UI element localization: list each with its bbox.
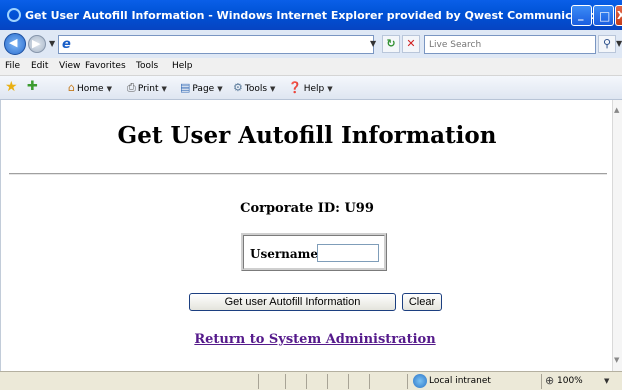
window-title: Get User Autofill Information - Windows … (25, 9, 610, 22)
tools-button[interactable]: ⚙ Tools ▼ (233, 81, 275, 94)
menu-edit[interactable]: Edit (31, 61, 48, 71)
tools-dropdown-icon: ▼ (270, 85, 276, 93)
close-button[interactable]: X (615, 5, 622, 26)
home-dropdown-icon: ▼ (106, 85, 112, 93)
menu-help[interactable]: Help (172, 61, 193, 71)
minimize-icon: _ (578, 8, 584, 21)
username-fieldset: Username: (241, 233, 387, 271)
tools-label: Tools (244, 84, 268, 94)
page-title: Get User Autofill Information (117, 122, 497, 149)
help-dropdown-icon: ▼ (327, 85, 333, 93)
status-divider (258, 374, 259, 389)
status-divider (285, 374, 286, 389)
page-content: Get User Autofill Information Corporate … (0, 100, 612, 371)
scroll-up-icon[interactable]: ▲ (614, 106, 619, 114)
maximize-icon: □ (599, 9, 611, 23)
search-input[interactable] (429, 37, 589, 52)
zoom-dropdown-icon[interactable]: ▼ (604, 377, 609, 385)
page-dropdown-icon: ▼ (217, 85, 223, 93)
ie-logo-icon (7, 8, 21, 22)
username-label: Username: (250, 247, 323, 261)
status-divider (306, 374, 307, 389)
tools-gear-icon: ⚙ (233, 81, 243, 94)
status-divider (541, 374, 542, 389)
page-favicon-icon: e (62, 37, 71, 52)
status-divider (407, 374, 408, 389)
menu-tools[interactable]: Tools (136, 61, 158, 71)
print-button[interactable]: ⎙ Print ▼ (127, 81, 167, 95)
home-icon: ⌂ (68, 81, 75, 94)
close-icon: X (617, 9, 622, 22)
back-arrow-icon: ◀ (9, 36, 18, 49)
favorites-star-icon[interactable]: ★ (5, 79, 18, 95)
add-favorites-icon[interactable]: ✚ (27, 79, 38, 94)
page-icon: ▤ (180, 81, 191, 94)
help-icon: ❓ (288, 81, 302, 94)
page-button[interactable]: ▤ Page ▼ (180, 81, 223, 94)
status-divider (327, 374, 328, 389)
command-bar: ★ ✚ ⌂ Home ▼ ⎙ Print ▼ ▤ Page ▼ ⚙ Tools ▼ ❓ Help ▼ (0, 76, 622, 100)
zoom-icon[interactable]: ⊕ (545, 374, 554, 387)
print-dropdown-icon: ▼ (161, 85, 167, 93)
refresh-icon: ↻ (386, 37, 396, 50)
help-label: Help (303, 84, 325, 94)
corporate-id-label: Corporate ID: U99 (240, 201, 374, 216)
status-bar: Local intranet ⊕ 100% ▼ (0, 371, 622, 390)
forward-button[interactable]: ▶ (28, 35, 46, 53)
status-divider (348, 374, 349, 389)
search-box[interactable] (424, 35, 596, 54)
address-field[interactable]: e (58, 35, 374, 54)
page-label: Page (192, 84, 215, 94)
print-icon: ⎙ (127, 81, 136, 94)
address-dropdown[interactable]: ▼ (370, 39, 376, 48)
home-button[interactable]: ⌂ Home ▼ (68, 81, 112, 94)
home-label: Home (76, 84, 104, 94)
menu-file[interactable]: File (5, 61, 20, 71)
stop-button[interactable]: ✕ (402, 35, 420, 53)
recent-pages-dropdown[interactable]: ▼ (49, 39, 55, 48)
username-input[interactable] (317, 244, 379, 262)
address-toolbar: ◀ ▶ ▼ e ▼ ↻ ✕ ⚲ ▼ (0, 30, 622, 58)
clear-button[interactable]: Clear (402, 293, 442, 311)
intranet-globe-icon (413, 374, 427, 388)
return-to-sysadmin-link[interactable]: Return to System Administration (1, 332, 622, 347)
help-button[interactable]: ❓ Help ▼ (288, 81, 333, 94)
search-button[interactable]: ⚲ (598, 35, 616, 53)
forward-arrow-icon: ▶ (32, 37, 41, 50)
print-label: Print (137, 84, 159, 94)
window-titlebar: Get User Autofill Information - Windows … (0, 0, 622, 30)
refresh-button[interactable]: ↻ (382, 35, 400, 53)
maximize-button[interactable]: □ (593, 5, 614, 26)
menu-favorites[interactable]: Favorites (85, 61, 126, 71)
status-divider (369, 374, 370, 389)
search-options-dropdown[interactable]: ▼ (616, 39, 622, 48)
stop-icon: ✕ (406, 37, 416, 50)
search-icon: ⚲ (602, 37, 612, 50)
get-autofill-button[interactable]: Get user Autofill Information (189, 293, 396, 311)
menu-bar: File Edit View Favorites Tools Help (0, 58, 622, 76)
scroll-down-icon[interactable]: ▼ (614, 356, 619, 364)
security-zone-label: Local intranet (429, 376, 491, 386)
vertical-scrollbar[interactable]: ▲ ▼ (612, 100, 622, 371)
horizontal-rule (9, 173, 607, 175)
minimize-button[interactable]: _ (571, 5, 592, 26)
menu-view[interactable]: View (59, 61, 80, 71)
zoom-level[interactable]: 100% (557, 376, 583, 386)
back-button[interactable]: ◀ (4, 33, 26, 55)
